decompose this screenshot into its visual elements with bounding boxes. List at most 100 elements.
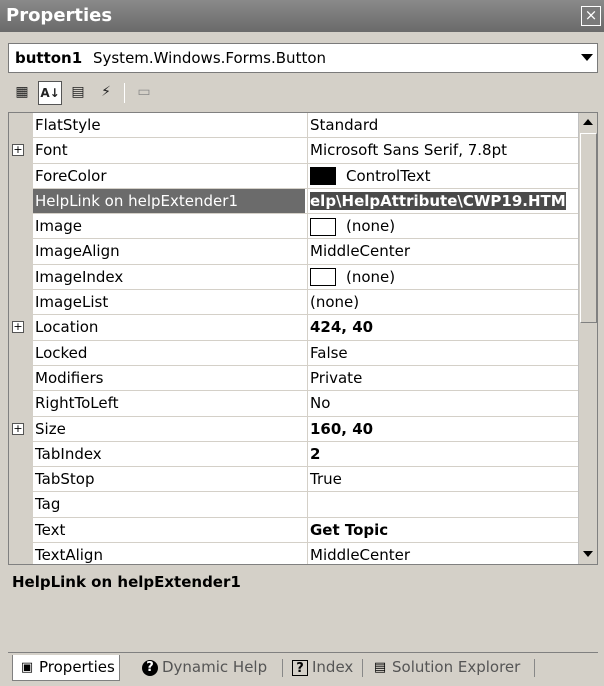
description-title: HelpLink on helpExtender1 [12,573,241,591]
bottom-tabs: ▣ Properties ? Dynamic Help ? Index ▤ So… [8,652,598,682]
property-value[interactable]: 424, 40 [307,315,579,340]
tab-index[interactable]: ? Index [286,655,353,681]
scroll-down-button[interactable] [579,545,597,564]
property-row[interactable]: + Font Microsoft Sans Serif, 7.8pt [9,138,579,164]
property-row[interactable]: Modifiers Private [9,365,579,392]
alphabetical-icon[interactable]: A↓ [38,81,62,105]
row-gutter: + [9,315,33,340]
property-name[interactable]: Font [33,138,305,162]
scrollbar[interactable] [578,113,597,564]
property-value[interactable]: 2 [307,441,579,467]
property-name[interactable]: Size [33,417,305,441]
property-value-text: (none) [346,217,396,236]
property-row[interactable]: TabStop True [9,467,579,493]
property-row[interactable]: Tag [9,492,579,518]
property-row[interactable]: + Location 424, 40 [9,315,579,341]
expand-icon[interactable]: + [12,422,24,435]
property-value[interactable]: MiddleCenter [307,543,579,564]
property-value[interactable]: Standard [307,113,579,138]
property-name[interactable]: ImageList [33,290,305,314]
property-value[interactable]: Private [307,365,579,391]
expand-icon[interactable]: + [12,321,24,334]
property-value[interactable]: True [307,467,579,492]
toolbar: ▦ A↓ ▤ ⚡ ▭ [8,79,598,109]
property-value[interactable]: (none) [307,214,579,239]
row-gutter [9,543,33,564]
object-type: System.Windows.Forms.Button [92,49,327,67]
row-gutter [9,113,33,138]
row-gutter [9,340,33,365]
property-value-text: False [310,343,348,362]
property-rows: FlatStyle Standard + Font Microsoft Sans Ser… [9,113,579,564]
property-pages-icon[interactable]: ▭ [132,81,156,105]
property-name[interactable]: RightToLeft [33,391,305,415]
tab-properties[interactable]: ▣ Properties [12,655,120,681]
property-row[interactable]: ImageAlign MiddleCenter [9,239,579,265]
index-icon: ? [292,660,308,676]
chevron-down-icon[interactable] [581,54,593,61]
property-name[interactable]: TabIndex [33,442,305,466]
scroll-up-button[interactable] [579,113,597,132]
property-row[interactable]: Image (none) [9,214,579,240]
events-icon[interactable]: ⚡ [94,81,118,105]
property-row[interactable]: ImageIndex (none) [9,264,579,291]
properties-window: Properties × button1 System.Windows.Form… [0,0,604,686]
row-gutter [9,188,33,214]
property-row[interactable]: + Size 160, 40 [9,416,579,442]
property-name[interactable]: Location [33,315,305,339]
row-gutter [9,517,33,543]
property-value[interactable]: Get Topic [307,517,579,543]
property-name[interactable]: Tag [33,492,305,516]
property-value[interactable]: elp\HelpAttribute\CWP19.HTM [307,188,579,214]
arrow-up-icon [583,119,593,125]
property-value[interactable]: ControlText [307,163,579,188]
property-row[interactable]: Locked False [9,340,579,366]
property-row[interactable]: TextAlign MiddleCenter [9,543,579,564]
property-value[interactable]: (none) [307,264,579,290]
property-name[interactable]: ImageIndex [33,265,305,289]
categorized-icon[interactable]: ▦ [10,81,34,105]
property-value-text: No [310,394,331,413]
property-value-text: Private [310,368,363,387]
row-gutter [9,391,33,416]
property-name[interactable]: Modifiers [33,366,305,390]
expand-icon[interactable]: + [12,144,24,157]
tab-label: Index [312,658,354,676]
property-value[interactable] [307,492,579,517]
properties-icon[interactable]: ▤ [66,81,90,105]
description-panel: HelpLink on helpExtender1 [8,569,598,649]
row-gutter [9,290,33,315]
tab-label: Solution Explorer [392,658,521,676]
property-name[interactable]: Image [33,214,305,238]
close-button[interactable]: × [581,6,601,26]
row-gutter [9,492,33,517]
property-name[interactable]: Locked [33,341,305,365]
property-value[interactable]: False [307,340,579,365]
scroll-thumb[interactable] [580,133,597,323]
property-value[interactable]: 160, 40 [307,416,579,441]
property-row[interactable]: RightToLeft No [9,391,579,417]
property-row[interactable]: ImageList (none) [9,290,579,316]
toolbar-separator [124,83,125,103]
tab-dynamic-help[interactable]: ? Dynamic Help [136,655,267,681]
tab-solution-explorer[interactable]: ▤ Solution Explorer [366,655,520,681]
property-name[interactable]: HelpLink on helpExtender1 [33,188,305,214]
property-name[interactable]: ImageAlign [33,239,305,263]
property-name[interactable]: Text [33,518,305,542]
property-value[interactable]: Microsoft Sans Serif, 7.8pt [307,138,579,163]
property-name[interactable]: TextAlign [33,543,305,564]
property-value[interactable]: (none) [307,290,579,315]
property-name[interactable]: TabStop [33,467,305,491]
property-name[interactable]: FlatStyle [33,113,305,137]
property-row[interactable]: HelpLink on helpExtender1 elp\HelpAttribu… [9,188,579,215]
object-selector[interactable]: button1 System.Windows.Forms.Button [8,43,598,73]
property-value[interactable]: No [307,391,579,416]
property-row[interactable]: TabIndex 2 [9,441,579,468]
properties-tab-icon: ▣ [20,660,34,675]
property-value[interactable]: MiddleCenter [307,239,579,264]
color-swatch [310,268,336,287]
property-row[interactable]: ForeColor ControlText [9,163,579,189]
property-row[interactable]: Text Get Topic [9,517,579,544]
property-row[interactable]: FlatStyle Standard [9,113,579,139]
property-name[interactable]: ForeColor [33,164,305,188]
